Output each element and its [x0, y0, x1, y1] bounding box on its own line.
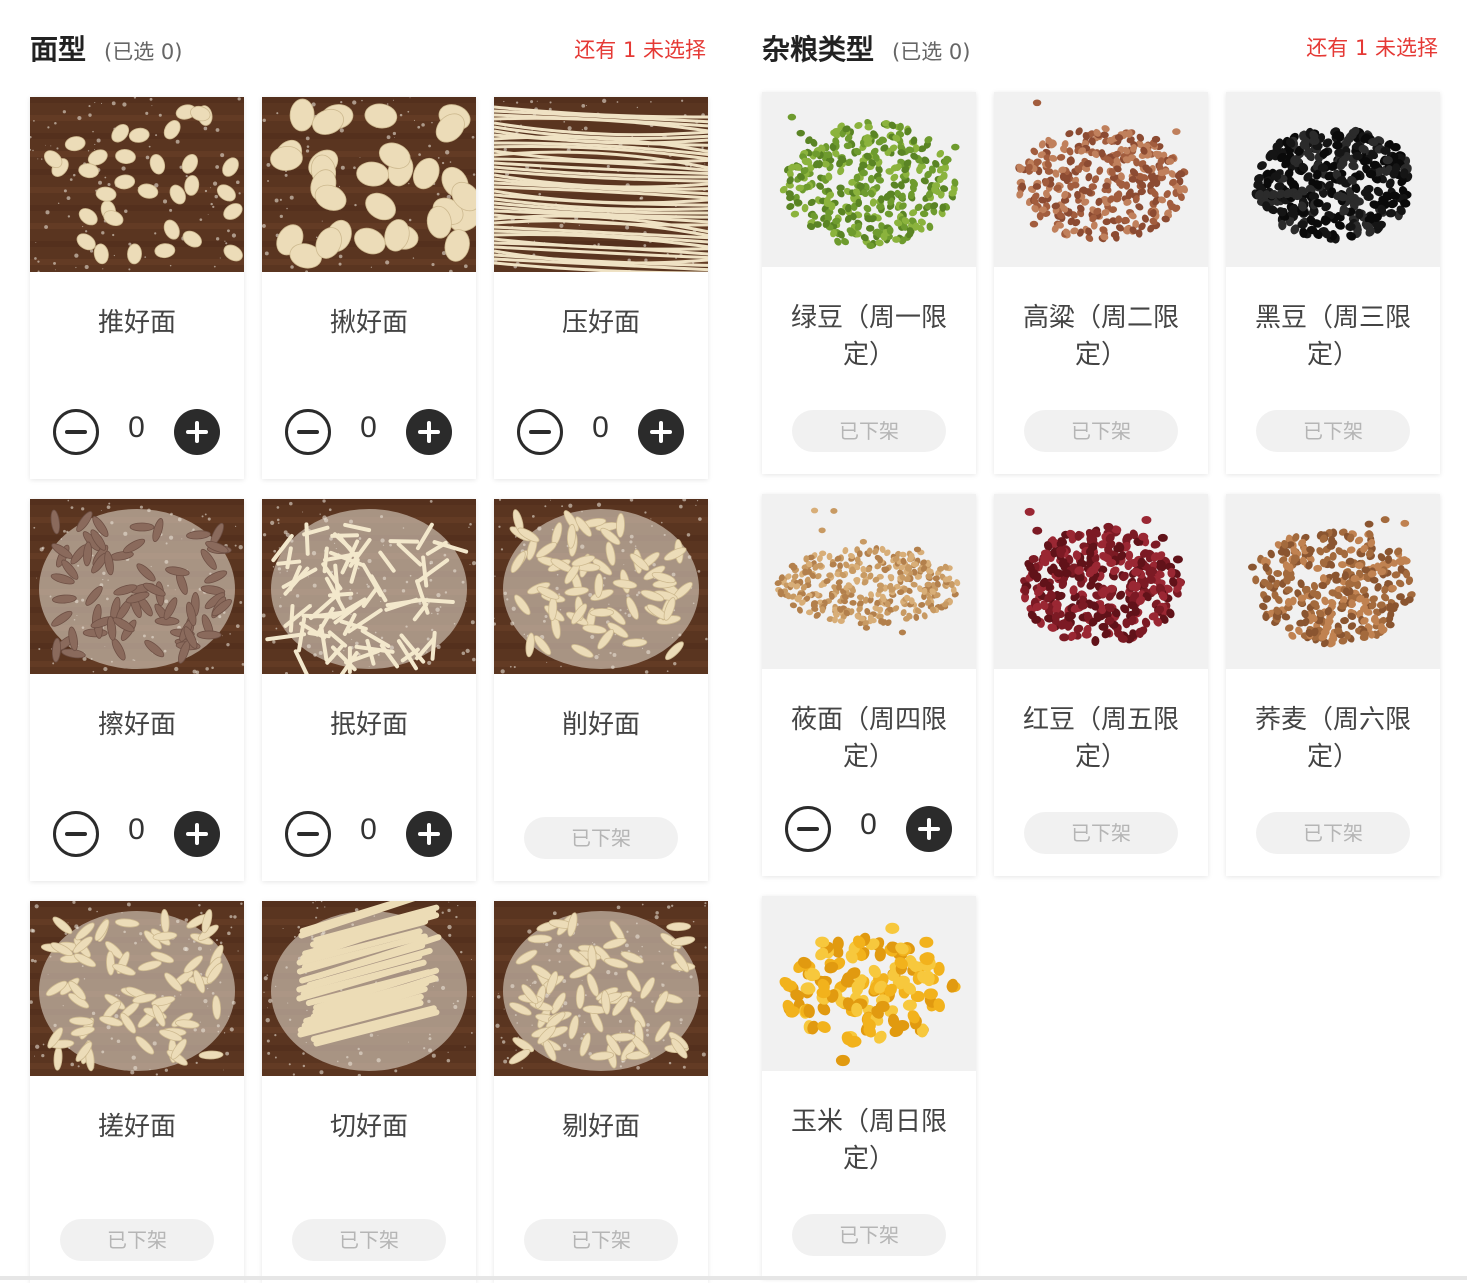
product-image: [30, 97, 244, 272]
product-name: 绿豆（周一限定）: [774, 300, 964, 374]
quantity-value: 0: [331, 411, 406, 445]
grain-card[interactable]: 高粱（周二限定） 已下架: [994, 92, 1208, 474]
decrease-button[interactable]: [517, 409, 563, 455]
increase-button[interactable]: [638, 409, 684, 455]
off-shelf-badge: 已下架: [524, 817, 678, 859]
quantity-stepper: 0: [262, 811, 476, 859]
product-name: 剔好面: [506, 1109, 696, 1146]
grain-selected-count: (已选 0): [892, 40, 970, 64]
grain-card[interactable]: 莜面（周四限定） 0: [762, 494, 976, 876]
product-image: [762, 92, 976, 267]
noodle-card[interactable]: 搓好面已下架: [30, 901, 244, 1283]
product-name: 擦好面: [42, 707, 232, 744]
product-name: 切好面: [274, 1109, 464, 1146]
off-shelf-badge: 已下架: [524, 1219, 678, 1261]
product-name: 揪好面: [274, 305, 464, 342]
grain-section: 杂粮类型(已选 0) 还有 1 未选择 绿豆（周一限定）已下架高粱（周二限定）已…: [762, 0, 1442, 96]
product-name: 高粱（周二限定）: [1006, 300, 1196, 374]
quantity-stepper: 0: [262, 409, 476, 457]
grain-card[interactable]: 绿豆（周一限定） 已下架: [762, 92, 976, 474]
product-image: [1226, 92, 1440, 267]
decrease-button[interactable]: [53, 409, 99, 455]
product-image: [262, 499, 476, 674]
off-shelf-badge: 已下架: [792, 1214, 946, 1256]
product-name: 玉米（周日限定）: [774, 1104, 964, 1178]
product-image: [1226, 494, 1440, 669]
product-image: [262, 97, 476, 272]
noodle-card[interactable]: 抿好面 0: [262, 499, 476, 881]
bottom-divider: [0, 1276, 1467, 1280]
quantity-value: 0: [331, 813, 406, 847]
noodle-card[interactable]: 切好面已下架: [262, 901, 476, 1283]
quantity-value: 0: [99, 813, 174, 847]
noodle-card[interactable]: 压好面 0: [494, 97, 708, 479]
product-name: 压好面: [506, 305, 696, 342]
decrease-button[interactable]: [53, 811, 99, 857]
product-name: 推好面: [42, 305, 232, 342]
quantity-value: 0: [831, 808, 906, 842]
quantity-stepper: 0: [30, 409, 244, 457]
noodle-card[interactable]: 推好面 0: [30, 97, 244, 479]
product-name: 莜面（周四限定）: [774, 702, 964, 776]
grain-card[interactable]: 玉米（周日限定） 已下架: [762, 896, 976, 1278]
increase-button[interactable]: [906, 806, 952, 852]
product-image: [30, 499, 244, 674]
product-image: [494, 97, 708, 272]
product-image: [762, 896, 976, 1071]
noodle-card[interactable]: 擦好面 0: [30, 499, 244, 881]
off-shelf-badge: 已下架: [1256, 410, 1410, 452]
product-name: 黑豆（周三限定）: [1238, 300, 1428, 374]
product-name: 削好面: [506, 707, 696, 744]
quantity-stepper: 0: [30, 811, 244, 859]
noodle-selected-count: (已选 0): [104, 40, 182, 64]
quantity-value: 0: [99, 411, 174, 445]
noodle-card[interactable]: 剔好面已下架: [494, 901, 708, 1283]
increase-button[interactable]: [406, 409, 452, 455]
noodle-card[interactable]: 揪好面 0: [262, 97, 476, 479]
grain-card[interactable]: 红豆（周五限定） 已下架: [994, 494, 1208, 876]
grain-remaining-hint: 还有 1 未选择: [1306, 32, 1438, 62]
product-image: [762, 494, 976, 669]
off-shelf-badge: 已下架: [60, 1219, 214, 1261]
quantity-value: 0: [563, 411, 638, 445]
noodle-section-header: 面型(已选 0) 还有 1 未选择: [30, 0, 710, 96]
off-shelf-badge: 已下架: [292, 1219, 446, 1261]
grain-section-header: 杂粮类型(已选 0) 还有 1 未选择: [762, 0, 1442, 96]
noodle-card[interactable]: 削好面已下架: [494, 499, 708, 881]
grain-card[interactable]: 荞麦（周六限定） 已下架: [1226, 494, 1440, 876]
product-name: 抿好面: [274, 707, 464, 744]
product-image: [262, 901, 476, 1076]
product-name: 红豆（周五限定）: [1006, 702, 1196, 776]
decrease-button[interactable]: [785, 806, 831, 852]
increase-button[interactable]: [406, 811, 452, 857]
grain-section-title: 杂粮类型(已选 0): [762, 28, 970, 68]
quantity-stepper: 0: [494, 409, 708, 457]
product-image: [30, 901, 244, 1076]
quantity-stepper: 0: [762, 806, 976, 854]
product-name: 搓好面: [42, 1109, 232, 1146]
product-image: [994, 92, 1208, 267]
increase-button[interactable]: [174, 811, 220, 857]
product-image: [494, 499, 708, 674]
noodle-remaining-hint: 还有 1 未选择: [574, 34, 706, 64]
noodle-section-title: 面型(已选 0): [30, 28, 182, 68]
off-shelf-badge: 已下架: [1024, 812, 1178, 854]
product-name: 荞麦（周六限定）: [1238, 702, 1428, 776]
off-shelf-badge: 已下架: [1256, 812, 1410, 854]
product-image: [494, 901, 708, 1076]
decrease-button[interactable]: [285, 811, 331, 857]
grain-card[interactable]: 黑豆（周三限定） 已下架: [1226, 92, 1440, 474]
off-shelf-badge: 已下架: [792, 410, 946, 452]
product-image: [994, 494, 1208, 669]
decrease-button[interactable]: [285, 409, 331, 455]
increase-button[interactable]: [174, 409, 220, 455]
noodle-section: 面型(已选 0) 还有 1 未选择 推好面0揪好面0压好面0擦好面0抿好面0削好…: [30, 0, 710, 96]
off-shelf-badge: 已下架: [1024, 410, 1178, 452]
